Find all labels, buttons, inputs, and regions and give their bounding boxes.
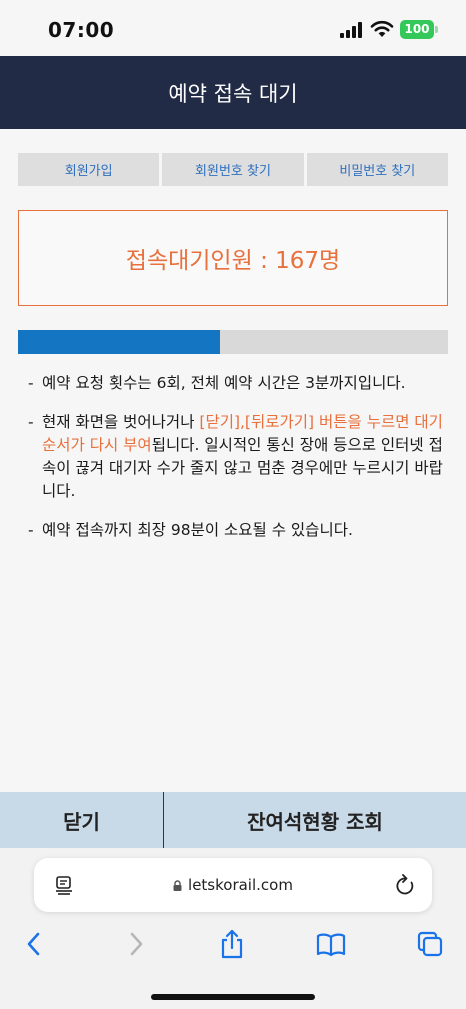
queue-progress-fill xyxy=(18,330,221,354)
home-indicator xyxy=(151,994,315,1000)
bottom-action-bar: 닫기 잔여석현황 조회 xyxy=(0,792,466,848)
notice-item-max-wait: 예약 접속까지 최장 98분이 소요될 수 있습니다. xyxy=(28,519,448,542)
queue-count: 접속대기인원 : 167명 xyxy=(125,248,341,274)
browser-toolbar xyxy=(0,926,466,962)
chevron-right-icon xyxy=(130,932,143,956)
tabs-button[interactable] xyxy=(412,926,448,962)
tab-find-password[interactable]: 비밀번호 찾기 xyxy=(306,153,448,186)
forward-button[interactable] xyxy=(118,926,154,962)
share-button[interactable] xyxy=(214,926,250,962)
page-title: 예약 접속 대기 xyxy=(168,82,298,106)
notice-text: 현재 화면을 벗어나거나 xyxy=(42,413,200,431)
close-button[interactable]: 닫기 xyxy=(0,792,164,848)
notice-item-leave-warning: 현재 화면을 벗어나거나 [닫기],[뒤로가기] 버튼을 누르면 대기 순서가 … xyxy=(28,411,448,503)
notice-text: 예약 접속까지 최장 98분이 소요될 수 있습니다. xyxy=(42,521,353,539)
battery-level: 100 xyxy=(404,22,430,36)
notice-list: 예약 요청 횟수는 6회, 전체 예약 시간은 3분까지입니다. 현재 화면을 … xyxy=(28,372,448,558)
notice-item-request-limit: 예약 요청 횟수는 6회, 전체 예약 시간은 3분까지입니다. xyxy=(28,372,448,395)
app-header: 예약 접속 대기 xyxy=(0,56,466,129)
tabs-icon xyxy=(417,931,443,957)
tab-signup[interactable]: 회원가입 xyxy=(18,153,160,186)
cellular-signal-icon xyxy=(340,22,364,38)
reload-icon[interactable] xyxy=(394,873,416,897)
lock-icon xyxy=(173,880,182,891)
wifi-icon xyxy=(370,20,394,37)
queue-box: 접속대기인원 : 167명 xyxy=(18,210,448,306)
seat-status-button[interactable]: 잔여석현황 조회 xyxy=(164,792,466,848)
queue-progress-bar xyxy=(18,330,448,354)
back-button[interactable] xyxy=(16,926,52,962)
address-bar[interactable]: letskorail.com xyxy=(34,858,432,912)
status-bar: 07:00 100 xyxy=(0,0,466,56)
tab-find-member-number[interactable]: 회원번호 찾기 xyxy=(162,153,304,186)
url-text: letskorail.com xyxy=(188,876,293,894)
battery-icon: 100 xyxy=(400,20,438,39)
url-display[interactable]: letskorail.com xyxy=(34,876,432,894)
book-icon xyxy=(316,933,346,957)
share-icon xyxy=(221,929,243,959)
notice-text: 예약 요청 횟수는 6회, 전체 예약 시간은 3분까지입니다. xyxy=(42,374,406,392)
chevron-left-icon xyxy=(27,932,40,956)
bookmarks-button[interactable] xyxy=(313,926,349,962)
status-time: 07:00 xyxy=(48,18,115,42)
account-links: 회원가입 회원번호 찾기 비밀번호 찾기 xyxy=(18,153,448,186)
